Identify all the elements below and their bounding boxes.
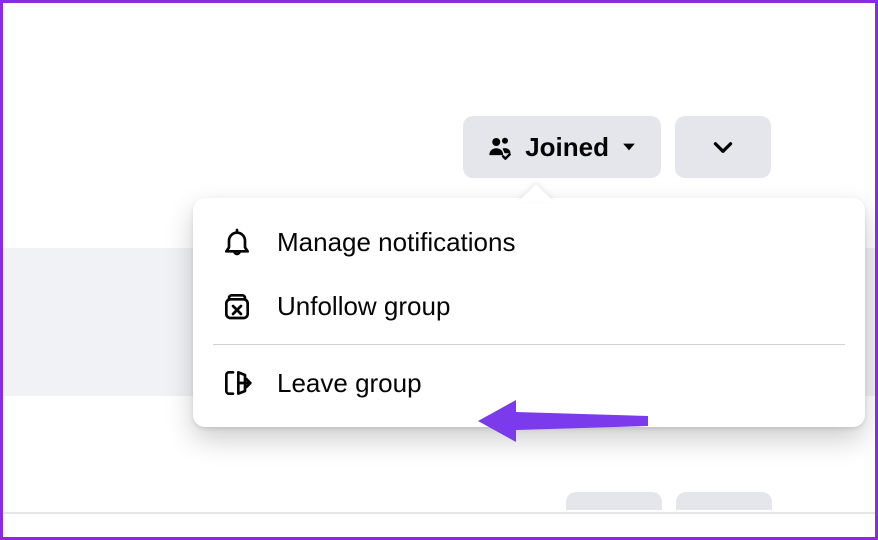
menu-item-manage-notifications[interactable]: Manage notifications xyxy=(193,210,865,274)
obscured-buttons xyxy=(566,492,772,510)
menu-item-unfollow-group[interactable]: Unfollow group xyxy=(193,274,865,338)
obscured-button-stub xyxy=(676,492,772,510)
group-icon xyxy=(485,132,515,162)
menu-divider xyxy=(213,344,845,345)
menu-item-label: Manage notifications xyxy=(277,227,515,258)
menu-item-label: Leave group xyxy=(277,368,422,399)
chevron-down-icon xyxy=(710,134,736,160)
obscured-button-stub xyxy=(566,492,662,510)
menu-item-leave-group[interactable]: Leave group xyxy=(193,351,865,415)
more-options-button[interactable] xyxy=(675,116,771,178)
caret-down-icon xyxy=(619,137,639,157)
bottom-divider xyxy=(3,512,875,514)
unfollow-icon xyxy=(219,290,255,322)
joined-button[interactable]: Joined xyxy=(463,116,661,178)
leave-icon xyxy=(219,367,255,399)
group-action-buttons: Joined xyxy=(463,116,771,178)
joined-dropdown-menu: Manage notifications Unfollow group Leav… xyxy=(193,198,865,427)
menu-item-label: Unfollow group xyxy=(277,291,450,322)
bell-icon xyxy=(219,226,255,258)
joined-button-label: Joined xyxy=(525,132,609,163)
